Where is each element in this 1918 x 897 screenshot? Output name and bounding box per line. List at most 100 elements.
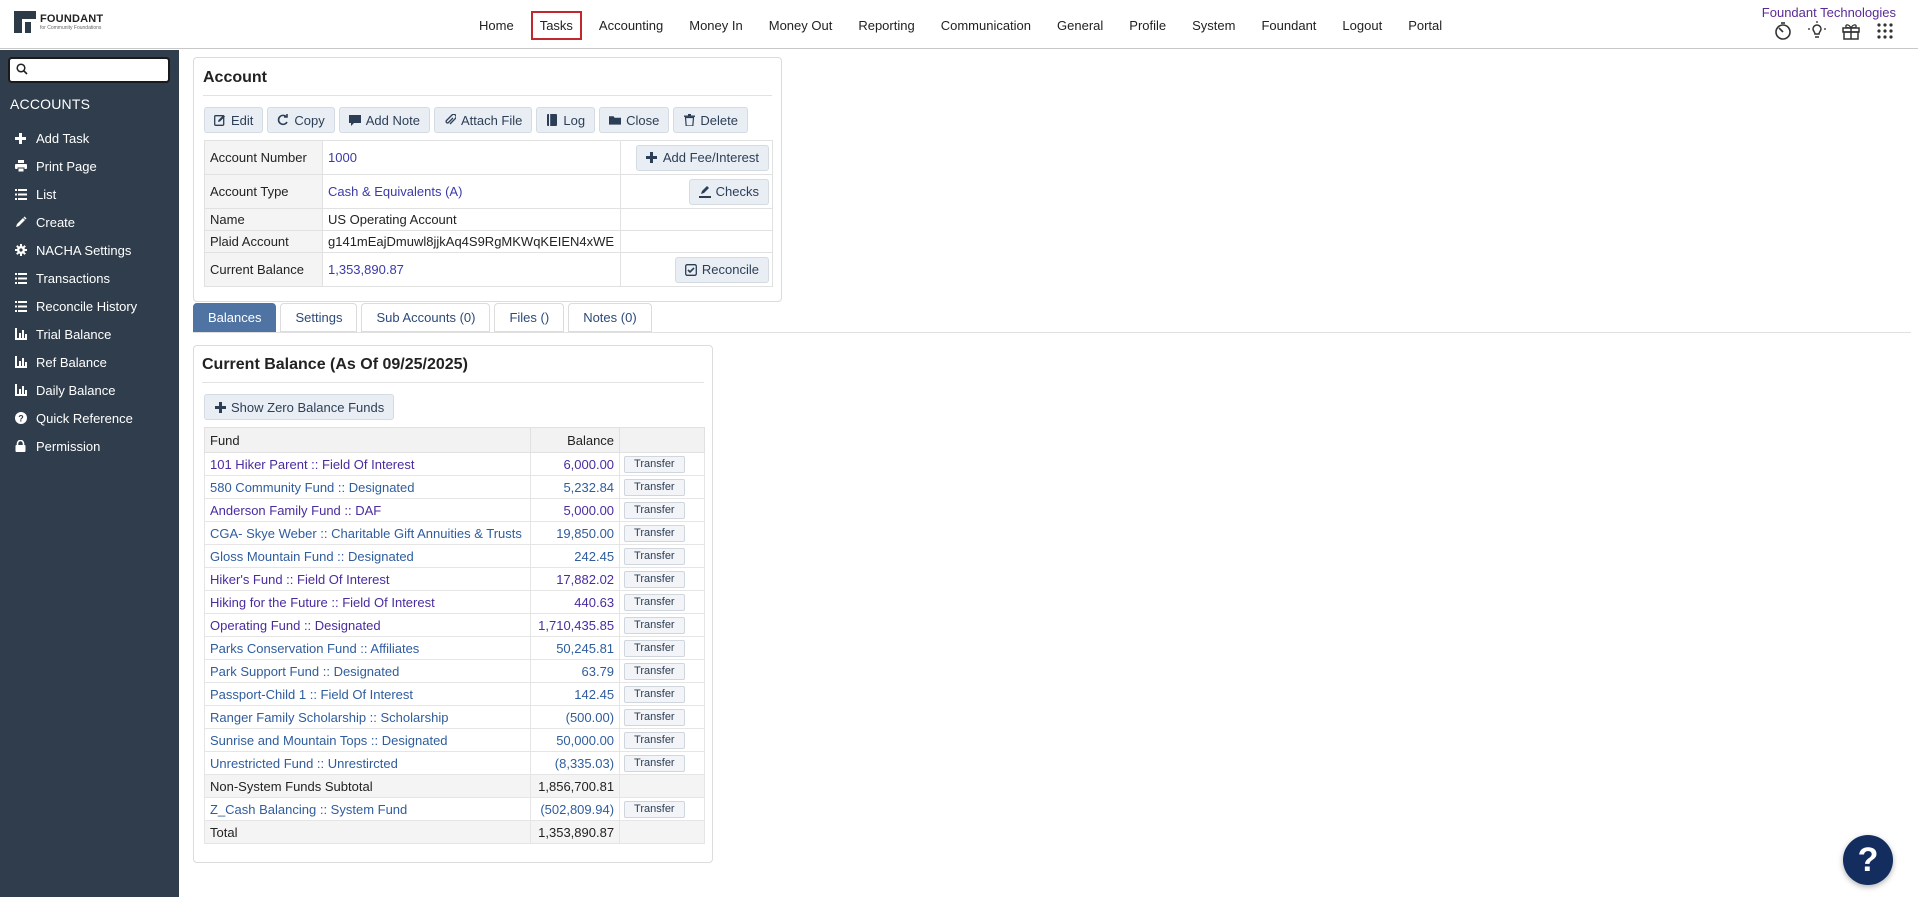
transfer-button[interactable]: Transfer <box>624 594 685 611</box>
copy-button[interactable]: Copy <box>267 107 335 133</box>
transfer-button[interactable]: Transfer <box>624 663 685 680</box>
sidebar-item-permission[interactable]: Permission <box>0 432 179 460</box>
foundant-logo[interactable]: FOUNDANT for Community Foundations <box>14 11 103 33</box>
fund-balance-link[interactable]: 5,000.00 <box>530 498 621 522</box>
nav-portal[interactable]: Portal <box>1399 11 1451 40</box>
sidebar-item-reconcile-history[interactable]: Reconcile History <box>0 292 179 320</box>
fund-balance-link[interactable]: (500.00) <box>530 705 621 729</box>
nav-foundant[interactable]: Foundant <box>1252 11 1325 40</box>
sidebar-item-transactions[interactable]: Transactions <box>0 264 179 292</box>
reconcile-button[interactable]: Reconcile <box>674 256 769 283</box>
transfer-button[interactable]: Transfer <box>624 755 685 772</box>
fund-name-link[interactable]: 101 Hiker Parent :: Field Of Interest <box>203 452 532 476</box>
fund-name-link[interactable]: Z_Cash Balancing :: System Fund <box>203 797 532 821</box>
nav-general[interactable]: General <box>1048 11 1112 40</box>
fund-name-link[interactable]: Operating Fund :: Designated <box>203 613 532 637</box>
tab-notes[interactable]: Notes (0) <box>568 303 652 332</box>
transfer-button[interactable]: Transfer <box>624 686 685 703</box>
fund-name-link[interactable]: Anderson Family Fund :: DAF <box>203 498 532 522</box>
fund-balance-link[interactable]: 440.63 <box>530 590 621 614</box>
fund-name-link[interactable]: CGA- Skye Weber :: Charitable Gift Annui… <box>203 521 532 545</box>
nav-logout[interactable]: Logout <box>1333 11 1391 40</box>
fund-balance-link[interactable]: 19,850.00 <box>530 521 621 545</box>
close-button[interactable]: Close <box>599 107 670 133</box>
transfer-button[interactable]: Transfer <box>624 617 685 634</box>
fund-balance-link[interactable]: 5,232.84 <box>530 475 621 499</box>
fund-balance-link[interactable]: 50,000.00 <box>530 728 621 752</box>
help-button[interactable]: ? <box>1843 835 1893 885</box>
tab-settings[interactable]: Settings <box>280 303 358 332</box>
edit-button[interactable]: Edit <box>204 107 264 133</box>
fund-name-link[interactable]: Passport-Child 1 :: Field Of Interest <box>203 682 532 706</box>
apps-grid-icon[interactable] <box>1874 20 1896 42</box>
transfer-button[interactable]: Transfer <box>624 479 685 496</box>
fund-balance-link[interactable]: 242.45 <box>530 544 621 568</box>
nav-profile[interactable]: Profile <box>1120 11 1175 40</box>
sidebar-item-trial-balance[interactable]: Trial Balance <box>0 320 179 348</box>
transfer-button[interactable]: Transfer <box>624 525 685 542</box>
nav-money-out[interactable]: Money Out <box>760 11 842 40</box>
gift-icon[interactable] <box>1840 20 1862 42</box>
add-fee-interest-button[interactable]: Add Fee/Interest <box>635 144 769 171</box>
fund-balance-link[interactable]: 6,000.00 <box>530 452 621 476</box>
fund-balance-link[interactable]: 17,882.02 <box>530 567 621 591</box>
fund-name-link[interactable]: Park Support Fund :: Designated <box>203 659 532 683</box>
fund-name-link[interactable]: Hiking for the Future :: Field Of Intere… <box>203 590 532 614</box>
sidebar-item-add-task[interactable]: Add Task <box>0 124 179 152</box>
nav-money-in[interactable]: Money In <box>680 11 751 40</box>
copy-icon <box>277 114 289 126</box>
sidebar-search-input[interactable] <box>33 62 163 78</box>
nav-reporting[interactable]: Reporting <box>849 11 923 40</box>
sidebar-item-quick-reference[interactable]: ? Quick Reference <box>0 404 179 432</box>
transfer-button[interactable]: Transfer <box>624 640 685 657</box>
sidebar-item-create[interactable]: Create <box>0 208 179 236</box>
fund-name-link[interactable]: Unrestricted Fund :: Unrestircted <box>203 751 532 775</box>
sidebar-search[interactable] <box>8 57 170 83</box>
transfer-button[interactable]: Transfer <box>624 548 685 565</box>
fund-name-link[interactable]: Ranger Family Scholarship :: Scholarship <box>203 705 532 729</box>
sidebar-item-list[interactable]: List <box>0 180 179 208</box>
nav-communication[interactable]: Communication <box>932 11 1040 40</box>
transfer-button[interactable]: Transfer <box>624 709 685 726</box>
tab-sub-accounts[interactable]: Sub Accounts (0) <box>361 303 491 332</box>
lightbulb-icon[interactable] <box>1806 20 1828 42</box>
sidebar-item-nacha-settings[interactable]: NACHA Settings <box>0 236 179 264</box>
show-zero-balance-funds-button[interactable]: Show Zero Balance Funds <box>204 394 395 420</box>
fund-name-link[interactable]: Parks Conservation Fund :: Affiliates <box>203 636 532 660</box>
tab-balances[interactable]: Balances <box>193 303 277 332</box>
sidebar-item-print-page[interactable]: Print Page <box>0 152 179 180</box>
sidebar-item-daily-balance[interactable]: Daily Balance <box>0 376 179 404</box>
transfer-button[interactable]: Transfer <box>624 801 685 818</box>
fund-balance-link[interactable]: 63.79 <box>530 659 621 683</box>
attach-file-button[interactable]: Attach File <box>433 107 533 133</box>
fund-name-link[interactable]: Gloss Mountain Fund :: Designated <box>203 544 532 568</box>
add-note-button[interactable]: Add Note <box>338 107 430 133</box>
log-button[interactable]: Log <box>536 107 596 133</box>
transfer-button[interactable]: Transfer <box>624 732 685 749</box>
fund-balance-link[interactable]: 1,710,435.85 <box>530 613 621 637</box>
fund-balance-link[interactable]: (8,335.03) <box>530 751 621 775</box>
tab-files[interactable]: Files () <box>494 303 565 332</box>
fund-name-link[interactable]: Sunrise and Mountain Tops :: Designated <box>203 728 532 752</box>
check-square-icon <box>684 263 697 276</box>
fund-balance-link[interactable]: 142.45 <box>530 682 621 706</box>
org-name-link[interactable]: Foundant Technologies <box>1762 5 1896 20</box>
nav-tasks[interactable]: Tasks <box>530 11 582 40</box>
transfer-button[interactable]: Transfer <box>624 571 685 588</box>
timer-icon[interactable] <box>1772 20 1794 42</box>
account-type-link[interactable]: Cash & Equivalents (A) <box>322 174 621 209</box>
nav-home[interactable]: Home <box>470 11 523 40</box>
fund-name-link[interactable]: 580 Community Fund :: Designated <box>203 475 532 499</box>
account-number-link[interactable]: 1000 <box>322 140 621 175</box>
nav-accounting[interactable]: Accounting <box>590 11 672 40</box>
question-circle-icon: ? <box>14 412 27 425</box>
nav-system[interactable]: System <box>1183 11 1244 40</box>
delete-button[interactable]: Delete <box>673 107 748 133</box>
fund-balance-link[interactable]: (502,809.94) <box>530 797 621 821</box>
sidebar-item-ref-balance[interactable]: Ref Balance <box>0 348 179 376</box>
transfer-button[interactable]: Transfer <box>624 456 685 473</box>
checks-button[interactable]: Checks <box>688 178 769 205</box>
fund-balance-link[interactable]: 50,245.81 <box>530 636 621 660</box>
transfer-button[interactable]: Transfer <box>624 502 685 519</box>
fund-name-link[interactable]: Hiker's Fund :: Field Of Interest <box>203 567 532 591</box>
